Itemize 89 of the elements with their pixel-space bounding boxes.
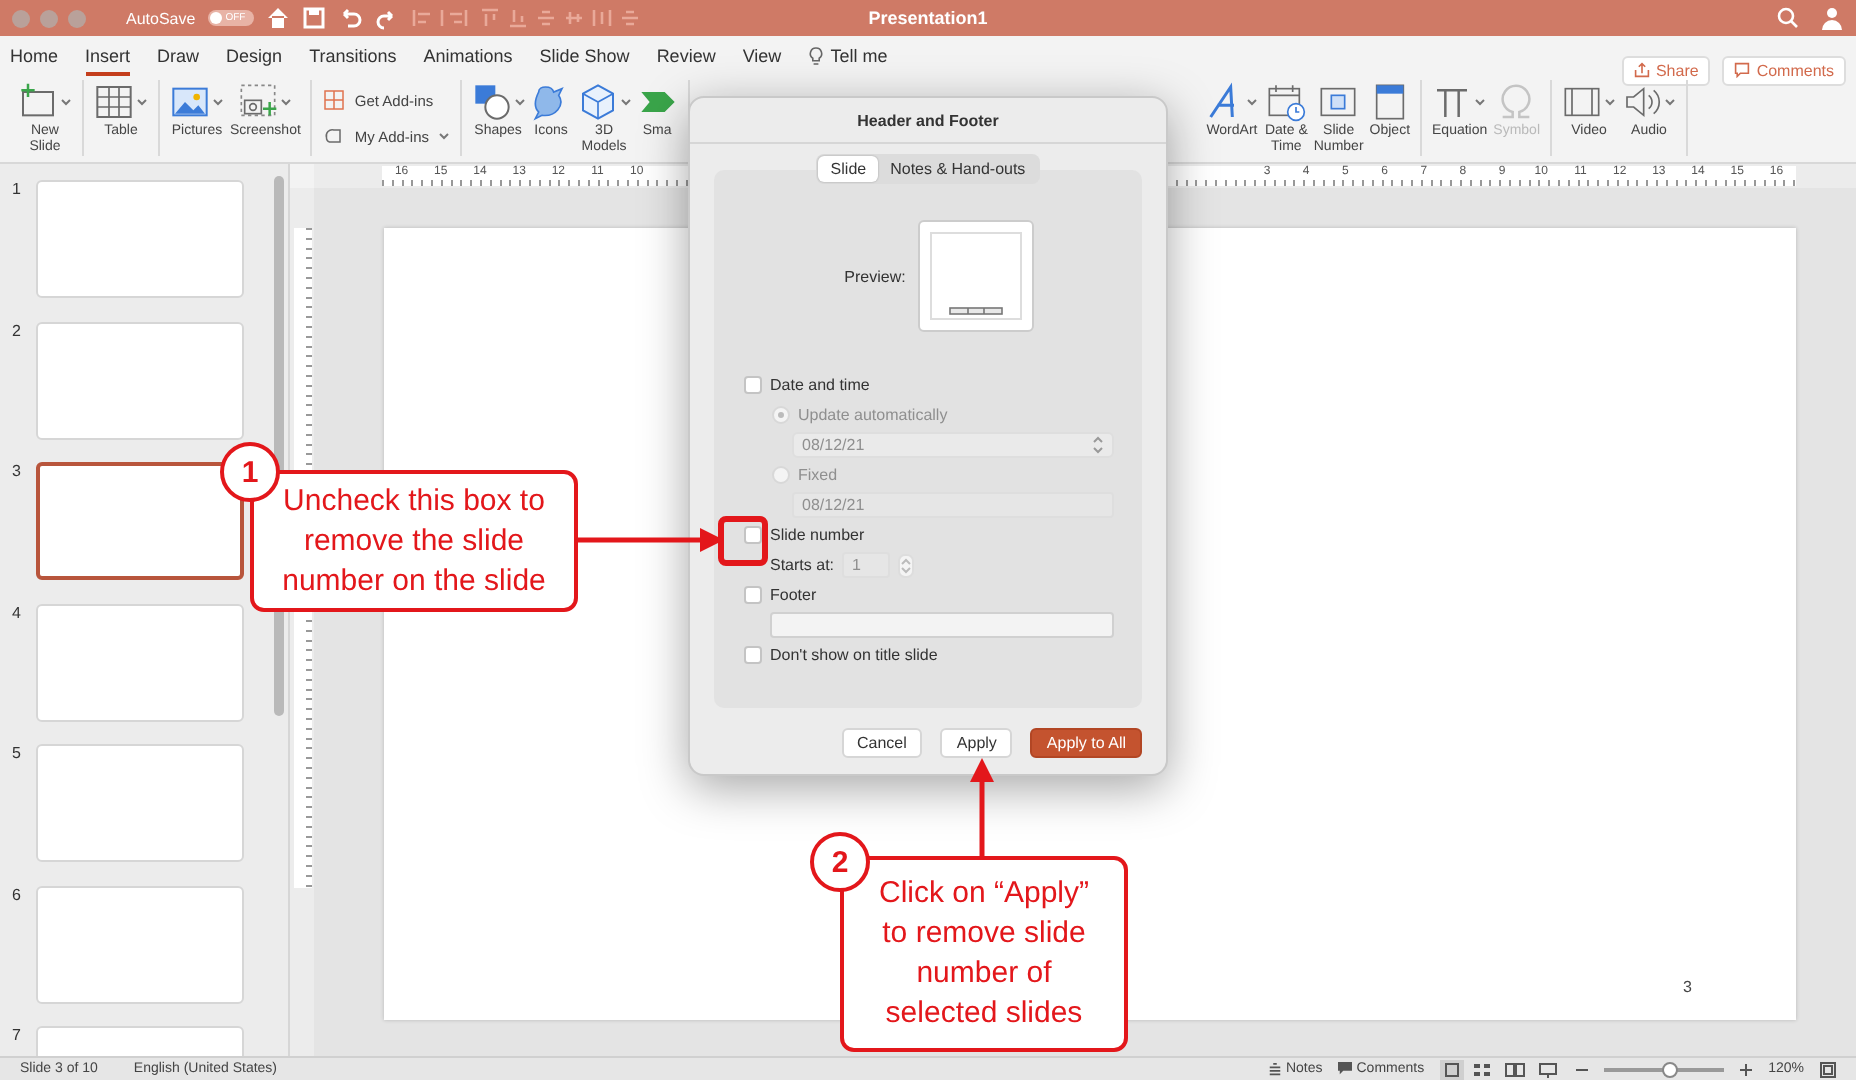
caret-icon (60, 96, 72, 108)
redo-icon[interactable] (373, 6, 398, 30)
caret-icon (437, 130, 450, 142)
dialog-tab[interactable]: Slide (818, 156, 879, 182)
dialog-title: Header and Footer (857, 111, 999, 129)
picture-icon (170, 82, 210, 122)
checkbox-label: Slide number (770, 526, 865, 544)
stepper-icon[interactable] (898, 553, 915, 577)
home-icon[interactable] (265, 6, 290, 30)
checkbox[interactable] (744, 526, 762, 544)
chevrons-icon (1092, 436, 1104, 454)
slide-plus-icon (18, 82, 58, 122)
view-buttons-drawing[interactable] (1440, 1059, 1561, 1079)
table-icon (94, 82, 134, 122)
comment-icon (1734, 62, 1751, 78)
caret-icon (1664, 96, 1676, 108)
highlight-frame (718, 516, 768, 566)
ribbon-tab[interactable]: View (742, 37, 782, 75)
ribbon-tab[interactable]: Draw (157, 37, 200, 75)
dialog-button[interactable]: Apply to All (1030, 728, 1142, 758)
text-field[interactable] (770, 612, 1114, 638)
slide-number: 4 (10, 603, 23, 621)
ribbon-tab[interactable]: Design (226, 37, 283, 75)
field-label: Starts at: (770, 556, 835, 574)
cube-icon (577, 82, 618, 122)
slide-number: 1 (10, 180, 23, 198)
caret-icon (212, 96, 224, 108)
window-title: Presentation1 (868, 8, 988, 28)
slide-number: 3 (10, 462, 23, 480)
slide-number: 5 (10, 744, 23, 762)
zoom-in-icon[interactable] (1740, 1063, 1753, 1075)
slide-thumbnail[interactable] (36, 462, 244, 580)
search-icon[interactable] (1776, 6, 1800, 30)
radio-label: Fixed (798, 466, 838, 484)
caret-icon (136, 96, 148, 108)
preview-label: Preview: (844, 267, 906, 285)
caret-icon (1474, 96, 1487, 108)
checkbox-label: Don't show on title slide (770, 646, 938, 664)
ribbon-tab[interactable]: Animations (423, 37, 513, 75)
camera-icon (238, 82, 279, 122)
page-number: 3 (1683, 978, 1692, 996)
dialog-button[interactable]: Cancel (841, 728, 923, 758)
share-button[interactable]: Share (1621, 55, 1711, 85)
slide-preview-drawing (929, 232, 1022, 320)
arrow (970, 758, 994, 856)
checkbox[interactable] (744, 586, 762, 604)
share-icon (1633, 62, 1650, 78)
fit-icon[interactable] (1820, 1061, 1836, 1077)
film-icon (1562, 82, 1602, 122)
omega-icon (1496, 82, 1537, 122)
ribbon-tab[interactable]: Home (10, 37, 59, 75)
minimize-button[interactable] (40, 9, 58, 27)
calendar-clock-icon (1266, 82, 1307, 122)
slide-number: 6 (10, 885, 23, 903)
caret-icon (280, 96, 293, 108)
ribbon-tab[interactable]: Transitions (309, 37, 397, 75)
ribbon-tab[interactable]: Review (656, 37, 716, 75)
zoom-out-icon[interactable] (1576, 1063, 1589, 1075)
caret-icon (1604, 96, 1616, 108)
caret-icon (1246, 96, 1259, 108)
store-icon (322, 88, 347, 112)
dialog-button[interactable]: Apply (940, 728, 1013, 758)
slide-number-icon (1318, 82, 1359, 122)
comments-button[interactable]: Comments (1722, 55, 1846, 85)
close-button[interactable] (12, 9, 30, 27)
lightbulb-icon (808, 46, 825, 66)
shapes-icon (471, 82, 512, 122)
autosave-label: AutoSave (126, 9, 196, 27)
radio-label: Update automatically (798, 406, 948, 424)
checkbox-label: Date and time (770, 376, 870, 394)
ribbon-tab[interactable]: Slide Show (539, 37, 630, 75)
zoom-button[interactable] (68, 9, 86, 27)
save-icon[interactable] (301, 6, 326, 30)
ribbon-tab[interactable]: Insert (85, 37, 131, 75)
undo-icon[interactable] (337, 6, 362, 30)
addin-icon (322, 124, 347, 148)
caret-icon (619, 96, 632, 108)
caret-icon (513, 96, 526, 108)
checkbox[interactable] (744, 646, 762, 664)
tell-me-search[interactable]: Tell me (808, 46, 888, 66)
comment-icon (1338, 1062, 1353, 1076)
checkbox[interactable] (744, 376, 762, 394)
slider-thumb[interactable] (1662, 1061, 1679, 1077)
slide-number: 2 (10, 321, 23, 339)
notes-icon (1267, 1062, 1282, 1076)
person-icon[interactable] (1820, 6, 1844, 30)
speaker-icon (1622, 82, 1662, 122)
slide-number: 7 (10, 1026, 23, 1044)
checkbox-label: Footer (770, 586, 817, 604)
